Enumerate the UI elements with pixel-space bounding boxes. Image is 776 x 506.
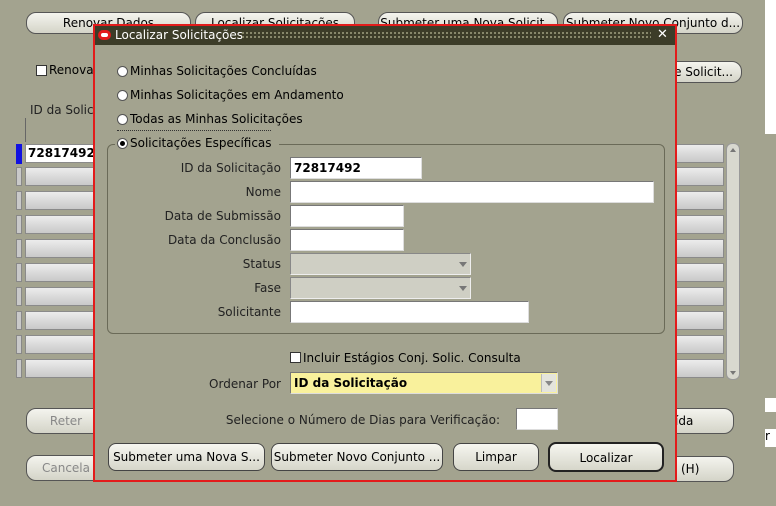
status-dropdown[interactable] [290, 253, 471, 275]
bg-right-edge-panel-lower [765, 398, 776, 412]
radio-concluidas-label: Minhas Solicitações Concluídas [130, 64, 317, 78]
solicitante-label: Solicitante [217, 305, 281, 319]
bg-row-indicator [16, 215, 22, 234]
solicitante-field[interactable] [290, 301, 529, 323]
ordenar-por-dropdown[interactable]: ID da Solicitação [290, 372, 558, 394]
close-icon[interactable]: ✕ [657, 27, 668, 42]
chevron-down-icon [541, 374, 556, 392]
radio-todas-label: Todas as Minhas Solicitações [130, 112, 303, 126]
bg-row[interactable] [25, 311, 100, 330]
bg-row-indicator [16, 239, 22, 258]
bg-right-row[interactable] [670, 311, 724, 330]
id-solicitacao-field[interactable]: 72817492 [290, 157, 422, 179]
dias-verificacao-label: Selecione o Número de Dias para Verifica… [225, 413, 500, 427]
scroll-up-arrow-icon[interactable] [730, 148, 736, 152]
data-conclusao-label: Data da Conclusão [167, 233, 281, 247]
radio-todas[interactable] [117, 114, 128, 125]
radio-andamento[interactable] [117, 90, 128, 101]
bg-row-indicator [16, 311, 22, 330]
data-submissao-field[interactable] [290, 205, 404, 227]
bg-right-row[interactable] [670, 263, 724, 282]
dialog-title: Localizar Solicitações [115, 28, 244, 42]
bg-row[interactable] [25, 335, 100, 354]
scroll-down-arrow-icon[interactable] [730, 371, 736, 375]
status-label: Status [242, 257, 281, 271]
bg-row-indicator [16, 287, 22, 306]
titlebar-dots [241, 31, 651, 39]
ordenar-por-value: ID da Solicitação [294, 376, 408, 390]
radio-especificas-label: Solicitações Específicas [130, 136, 272, 150]
bg-row[interactable] [25, 191, 100, 210]
bg-right-row[interactable] [670, 191, 724, 210]
bg-row-indicator [16, 191, 22, 210]
bg-right-row[interactable] [670, 359, 724, 378]
radio-especificas[interactable] [117, 138, 128, 149]
bg-row[interactable] [25, 167, 100, 186]
incluir-estagios-label: Incluir Estágios Conj. Solic. Consulta [303, 351, 521, 365]
bg-right-row[interactable] [670, 239, 724, 258]
bg-row-indicator [16, 359, 22, 378]
nome-label: Nome [245, 185, 281, 199]
chevron-down-icon [459, 286, 467, 291]
bg-row-indicator-active [16, 144, 22, 164]
bg-row[interactable] [25, 239, 100, 258]
bg-right-row[interactable] [670, 287, 724, 306]
submeter-novo-conjunto-button[interactable]: Submeter Novo Conjunto ... [271, 443, 443, 471]
dialog-titlebar[interactable]: Localizar Solicitações ✕ [95, 26, 675, 45]
bg-id-column-header: ID da Solic [30, 103, 94, 117]
data-submissao-label: Data de Submissão [164, 209, 281, 223]
data-conclusao-field[interactable] [290, 229, 404, 251]
bg-right-row[interactable] [670, 167, 724, 186]
bg-vertical-scrollbar[interactable] [726, 143, 740, 380]
submeter-nova-solicitacao-button[interactable]: Submeter uma Nova S... [108, 443, 265, 471]
nome-field[interactable] [290, 181, 654, 203]
bg-row[interactable] [25, 359, 100, 378]
bg-row[interactable] [25, 287, 100, 306]
bg-row-indicator [16, 167, 22, 186]
bg-row-indicator [16, 335, 22, 354]
ordenar-por-label: Ordenar Por [209, 377, 281, 391]
bg-row[interactable] [25, 215, 100, 234]
bg-right-row[interactable] [670, 335, 724, 354]
dias-verificacao-field[interactable] [516, 408, 558, 430]
bg-row[interactable] [25, 263, 100, 282]
bg-renovacao-checkbox[interactable] [36, 65, 47, 76]
bg-right-edge-panel [765, 0, 776, 134]
incluir-estagios-checkbox[interactable] [290, 352, 301, 363]
oracle-logo-icon [98, 30, 111, 40]
fase-dropdown[interactable] [290, 277, 471, 299]
id-solicitacao-label: ID da Solicitação [180, 161, 281, 175]
bg-right-edge-text: r [765, 429, 776, 447]
localizar-button[interactable]: Localizar [548, 442, 664, 472]
localizar-solicitacoes-dialog: Localizar Solicitações ✕ Minhas Solicita… [93, 24, 677, 482]
limpar-button[interactable]: Limpar [453, 443, 539, 471]
bg-row-indicator [16, 263, 22, 282]
bg-right-row[interactable] [670, 215, 724, 234]
radio-concluidas[interactable] [117, 66, 128, 77]
bg-first-row[interactable]: 72817492 [25, 144, 100, 163]
radio-andamento-label: Minhas Solicitações em Andamento [130, 88, 344, 102]
chevron-down-icon [459, 262, 467, 267]
bg-right-row[interactable] [670, 144, 724, 163]
focus-dotted-line [117, 130, 271, 131]
bg-header-divider [25, 118, 26, 142]
fase-label: Fase [254, 281, 281, 295]
